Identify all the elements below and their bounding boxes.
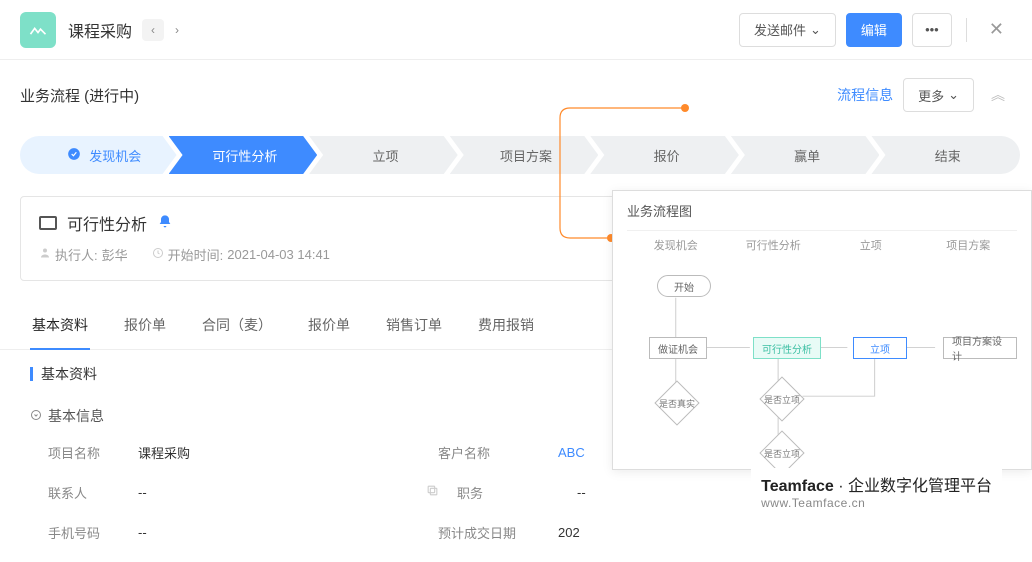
field-value-contact: --	[138, 485, 438, 500]
double-chevron-up-icon: ︽	[991, 85, 1005, 105]
bell-icon[interactable]	[157, 214, 173, 233]
current-task-card: 可行性分析 执行人: 彭华 开始时间: 2021-04-03 14:41	[20, 196, 620, 281]
flow-node-setup[interactable]: 立项	[853, 337, 907, 359]
connector-start-dot	[681, 104, 689, 112]
chevron-down-icon: ⌄	[810, 22, 821, 38]
close-icon: ✕	[989, 19, 1004, 39]
brand-watermark: Teamface · 企业数字化管理平台 www.Teamface.cn	[751, 468, 1002, 514]
clock-icon	[152, 247, 164, 262]
flow-node-start[interactable]: 开始	[657, 275, 711, 297]
flow-header: 立项	[822, 237, 920, 253]
brand-name: Teamface	[761, 478, 834, 495]
flow-info-link[interactable]: 流程信息	[837, 85, 893, 105]
field-label-project: 项目名称	[48, 443, 138, 462]
step-label: 赢单	[794, 146, 820, 165]
pipeline-step-end[interactable]: 结束	[871, 136, 1020, 174]
prev-record-button[interactable]: ‹	[142, 19, 164, 41]
step-label: 报价	[654, 146, 680, 165]
step-label: 结束	[935, 146, 961, 165]
brand-url: www.Teamface.cn	[761, 496, 992, 510]
field-label-closedate: 预计成交日期	[438, 523, 558, 542]
field-label-contact: 联系人	[48, 483, 138, 502]
tab-contract[interactable]: 合同（麦）	[200, 301, 274, 349]
pipeline-step-setup[interactable]: 立项	[309, 136, 458, 174]
flow-node-feasibility[interactable]: 可行性分析	[753, 337, 821, 359]
flow-decision-real[interactable]: 是否真实	[653, 379, 701, 427]
tab-quote[interactable]: 报价单	[122, 301, 168, 349]
divider	[966, 18, 967, 42]
heading-text: 基本资料	[41, 364, 97, 384]
field-row: 手机号码 -- 预计成交日期 202	[48, 512, 984, 552]
page-title: 课程采购	[68, 18, 132, 42]
pipeline-step-found[interactable]: 发现机会	[20, 136, 177, 174]
collapse-button[interactable]: ︽	[984, 81, 1012, 109]
step-label: 立项	[372, 146, 398, 165]
app-icon	[20, 12, 56, 48]
tab-basic[interactable]: 基本资料	[30, 301, 90, 349]
process-more-label: 更多	[918, 86, 944, 105]
flow-column-headers: 发现机会 可行性分析 立项 项目方案	[627, 230, 1017, 253]
step-label: 项目方案	[500, 146, 552, 165]
close-button[interactable]: ✕	[981, 15, 1012, 44]
tab-quote2[interactable]: 报价单	[306, 301, 352, 349]
flow-header: 可行性分析	[725, 237, 823, 253]
field-label-position: 职务	[457, 483, 577, 502]
tab-sales-order[interactable]: 销售订单	[384, 301, 444, 349]
flow-node-plan[interactable]: 项目方案设计	[943, 337, 1017, 359]
more-actions-button[interactable]: •••	[912, 13, 952, 47]
tab-expense[interactable]: 费用报销	[476, 301, 536, 349]
field-label-customer: 客户名称	[438, 443, 558, 462]
person-icon	[39, 247, 51, 262]
flow-header: 项目方案	[920, 237, 1018, 253]
field-label-mobile: 手机号码	[48, 523, 138, 542]
brand-tagline: · 企业数字化管理平台	[838, 478, 992, 495]
task-name: 可行性分析	[67, 211, 147, 235]
flow-diagram-panel: 业务流程图 发现机会 可行性分析 立项 项目方案 开始 做证机会 可行性分析 立…	[612, 190, 1032, 470]
pipeline-step-quote[interactable]: 报价	[590, 136, 739, 174]
flow-node-evidence[interactable]: 做证机会	[649, 337, 707, 359]
copy-icon[interactable]	[426, 484, 439, 500]
field-value-mobile: --	[138, 525, 438, 540]
chevron-down-icon: ⌄	[948, 87, 959, 103]
collapse-icon	[30, 408, 42, 424]
process-pipeline: 发现机会 可行性分析 立项 项目方案 报价 赢单 结束	[0, 124, 1032, 186]
start-time-value: 2021-04-03 14:41	[227, 247, 330, 262]
check-icon	[67, 147, 81, 164]
flow-panel-title: 业务流程图	[627, 201, 1017, 220]
send-mail-label: 发送邮件	[754, 20, 806, 39]
next-record-button[interactable]: ›	[166, 19, 188, 41]
pipeline-step-feasibility[interactable]: 可行性分析	[169, 136, 318, 174]
send-mail-button[interactable]: 发送邮件 ⌄	[739, 13, 836, 47]
edit-button[interactable]: 编辑	[846, 13, 902, 47]
field-value-project: 课程采购	[138, 443, 438, 462]
step-label: 可行性分析	[212, 146, 277, 165]
task-rect-icon	[39, 216, 57, 230]
pipeline-step-plan[interactable]: 项目方案	[450, 136, 599, 174]
field-value-closedate: 202	[558, 525, 984, 540]
process-title: 业务流程 (进行中)	[20, 85, 139, 106]
ellipsis-icon: •••	[925, 22, 939, 37]
start-time-label: 开始时间:	[168, 245, 224, 264]
executor-label: 执行人:	[55, 245, 98, 264]
step-label: 发现机会	[89, 146, 141, 165]
executor-name: 彭华	[102, 245, 128, 264]
pipeline-step-win[interactable]: 赢单	[731, 136, 880, 174]
flow-header: 发现机会	[627, 237, 725, 253]
flow-decision-setup1[interactable]: 是否立项	[758, 375, 806, 423]
sub-heading-text: 基本信息	[48, 406, 104, 426]
edit-label: 编辑	[861, 20, 887, 39]
heading-bar-icon	[30, 367, 33, 381]
process-more-button[interactable]: 更多 ⌄	[903, 78, 974, 112]
